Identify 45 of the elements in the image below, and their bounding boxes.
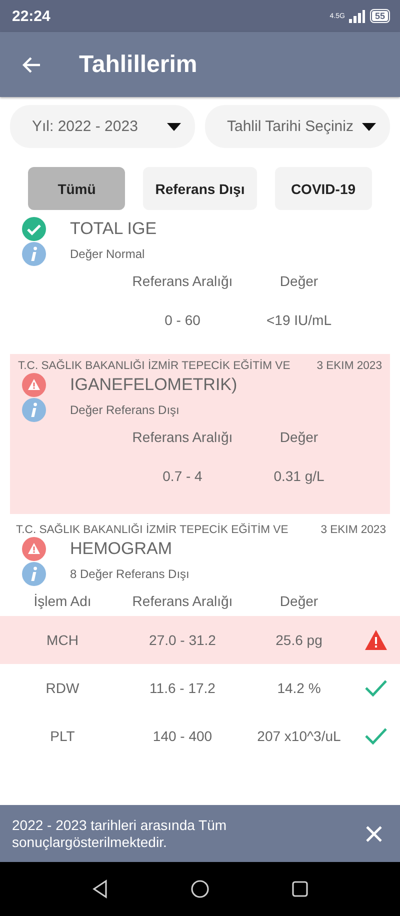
institution-name: T.C. SAĞLIK BAKANLIĞI İZMİR TEPECİK EĞİTİM VE [18,360,290,372]
caret-icon [362,122,376,130]
table-cell-text: 27.0 - 31.2 [148,632,217,648]
table-cell-text: 25.6 pg [274,632,324,648]
table-cell-text: 0.7 - 4 [162,468,204,484]
filter-tab[interactable]: COVID-19 [274,167,372,210]
result-summary: Değer Normal [70,246,145,260]
column-header: Değer [278,593,320,609]
result-date: 3 EKIM 2023 [316,360,382,372]
table-cell-text: 140 - 400 [152,728,214,744]
home-nav-icon[interactable] [190,879,210,899]
column-header: Değer [278,273,320,289]
column-header: Referans Aralığı [131,593,234,609]
table-cell-text: <19 IU/mL [266,312,332,328]
filter-tab[interactable]: Tümü [28,167,126,210]
dropdown[interactable]: Yıl: 2022 - 2023 [10,105,195,148]
table-cell-text: RDW [44,680,80,696]
recents-nav-icon[interactable] [290,879,310,899]
table-cell-text: PLT [49,728,76,744]
signal-icon [348,10,365,22]
column-header: Değer [278,429,320,445]
test-title: IGANEFELOMETRIK) [70,374,238,394]
table-cell-text: MCH [46,632,80,648]
table-cell-text: 14.2 % [276,680,322,696]
column-header: Referans Aralığı [131,429,234,445]
dropdown[interactable]: Tahlil Tarihi Seçiniz [205,105,390,148]
result-summary: Değer Referans Dışı [70,402,180,416]
institution-name: T.C. SAĞLIK BAKANLIĞI İZMİR TEPECİK EĞİTİM VE [16,524,288,536]
page-title: Tahlillerim [79,50,198,78]
table-cell-text: 0 - 60 [164,312,202,328]
caret-icon [167,122,181,130]
filter-tab[interactable]: Referans Dışı [143,167,257,210]
snackbar-message: 2022 - 2023 tarihleri arasında Tüm sonuçlargösterilmektedir. [12,816,228,850]
table-cell-text: 11.6 - 17.2 [148,680,216,696]
column-header: İşlem Adı [32,593,92,609]
battery-level: 55 [372,11,388,21]
status-time: 22:24 [12,8,50,24]
test-title: TOTAL IGE [70,218,157,238]
result-date: 3 EKIM 2023 [320,524,386,536]
table-cell-text: 0.31 g/L [272,468,326,484]
column-header: Referans Aralığı [131,273,234,289]
table-cell-text: 207 x10^3/uL [256,728,342,744]
test-title: HEMOGRAM [70,538,172,558]
back-nav-icon[interactable] [90,879,110,899]
result-summary: 8 Değer Referans Dışı [70,566,190,580]
